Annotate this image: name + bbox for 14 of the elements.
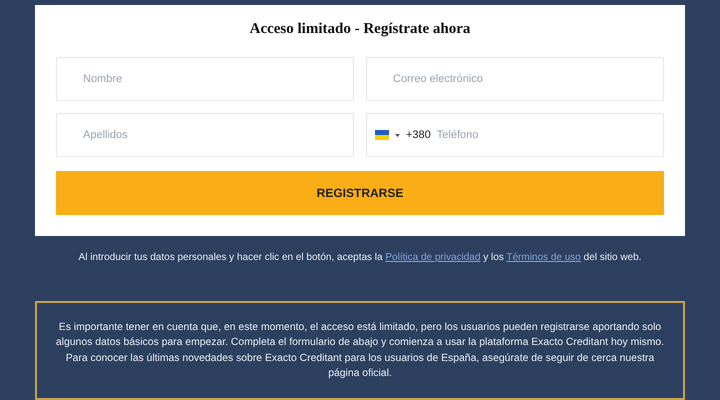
text-field[interactable]: Apellidos [56,113,354,157]
consent-text: Al introducir tus datos personales y hacer clic en el botón, aceptas la Política de privacidad y los Términos de uso del sitio web. [78,252,642,263]
phone-field[interactable]: +380 Teléfono [366,113,664,157]
dial-code: +380 [406,129,431,141]
caret-icon[interactable] [395,134,400,136]
privacy-link[interactable]: Política de privacidad [385,252,480,263]
notice-text: Es importante tener en cuenta que, en este momento, el acceso está limitado, pero los usuarios pueden registrarse aportando solo algunos datos básicos para empezar. Completa el formulario de abajo y comienza a usar la plataforma Exacto Creditant hoy mismo. Para conocer las últimas novedades sobre Exacto Creditant para los usuarios de España, asegúrate de seguir de cerca nuestra página oficial. [54,320,666,381]
form-title: Acceso limitado - Regístrate ahora [248,21,472,39]
text-field[interactable]: Correo electrónico [366,57,664,101]
terms-link[interactable]: Términos de uso [506,252,581,263]
flag-icon[interactable] [375,130,389,140]
register-button[interactable]: REGISTRARSE [56,171,664,215]
phone-number-input[interactable]: Teléfono [436,129,663,141]
text-field[interactable]: Nombre [56,57,354,101]
